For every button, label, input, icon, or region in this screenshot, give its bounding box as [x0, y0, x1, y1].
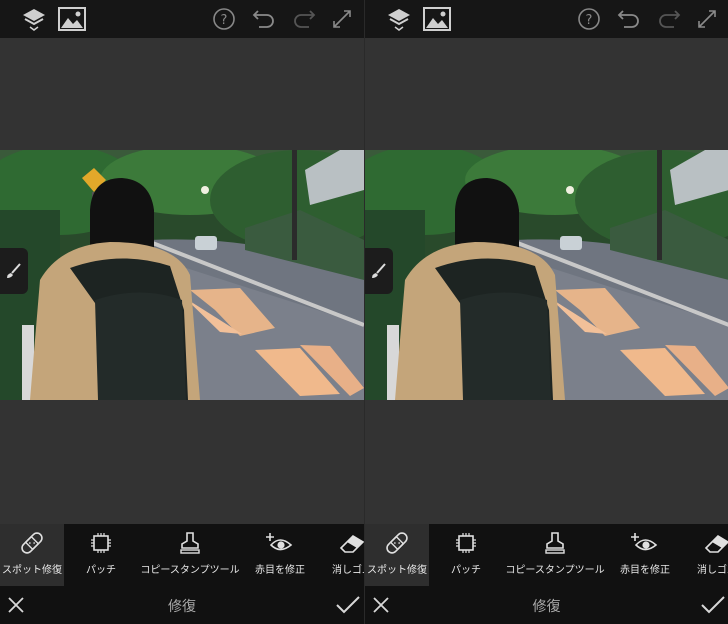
spot-heal-bandage-icon: [17, 524, 47, 562]
expand-icon[interactable]: [328, 5, 356, 33]
checkmark-icon[interactable]: [699, 593, 727, 617]
red-eye-icon: [630, 524, 660, 562]
tool-label: コピースタンプツール: [505, 565, 605, 576]
svg-text:?: ?: [221, 13, 228, 28]
tool-label: 消しゴム: [697, 565, 728, 576]
tool-spot-heal[interactable]: スポット修復: [365, 524, 429, 586]
bottom-bar: 修復: [0, 586, 364, 624]
tool-label: コピースタンプツール: [140, 565, 240, 576]
editor-panel-left: ? スポット修復 パッチ コピースタンプツール 赤目を修正 消しゴ 修復: [0, 0, 364, 624]
redo-icon[interactable]: [655, 5, 683, 33]
brush-panel-toggle[interactable]: [365, 248, 393, 294]
tool-label: 消しゴム: [332, 565, 364, 576]
tool-label: スポット修復: [2, 565, 62, 576]
tool-clone-stamp[interactable]: コピースタンプツール: [505, 524, 605, 586]
repair-tools-bar: スポット修復 パッチ コピースタンプツール 赤目を修正 消しゴム: [365, 524, 728, 586]
tool-label: パッチ: [86, 565, 116, 576]
tool-eraser[interactable]: 消しゴム: [322, 524, 364, 586]
svg-text:?: ?: [586, 13, 593, 28]
editor-panel-right: ? スポット修復 パッチ コピースタンプツール 赤目を修正 消しゴ 修復: [364, 0, 728, 624]
tool-label: 赤目を修正: [620, 565, 670, 576]
patch-chip-icon: [89, 524, 113, 562]
tool-label: スポット修復: [367, 565, 427, 576]
eraser-icon: [702, 524, 728, 562]
image-icon[interactable]: [58, 5, 86, 33]
bottom-bar: 修復: [365, 586, 728, 624]
patch-chip-icon: [454, 524, 478, 562]
panel-title: 修復: [168, 599, 196, 615]
help-icon[interactable]: ?: [210, 5, 238, 33]
clone-stamp-icon: [543, 524, 567, 562]
brush-icon: [7, 263, 21, 278]
eraser-icon: [337, 524, 364, 562]
checkmark-icon[interactable]: [334, 593, 362, 617]
brush-panel-toggle[interactable]: [0, 248, 28, 294]
photo-canvas[interactable]: [365, 150, 728, 400]
tool-label: 赤目を修正: [255, 565, 305, 576]
tool-red-eye[interactable]: 赤目を修正: [252, 524, 308, 586]
panel-title: 修復: [532, 599, 561, 615]
clone-stamp-icon: [178, 524, 202, 562]
tool-spot-heal[interactable]: スポット修復: [0, 524, 64, 586]
expand-icon[interactable]: [693, 5, 721, 33]
tool-eraser[interactable]: 消しゴム: [687, 524, 728, 586]
undo-icon[interactable]: [250, 5, 278, 33]
brush-icon: [372, 263, 386, 278]
red-eye-icon: [265, 524, 295, 562]
tool-label: パッチ: [451, 565, 481, 576]
tool-clone-stamp[interactable]: コピースタンプツール: [140, 524, 240, 586]
redo-icon[interactable]: [290, 5, 318, 33]
top-toolbar: ?: [0, 0, 364, 38]
image-icon[interactable]: [423, 5, 451, 33]
undo-icon[interactable]: [615, 5, 643, 33]
photo-canvas[interactable]: [0, 150, 364, 400]
spot-heal-bandage-icon: [382, 524, 412, 562]
help-icon[interactable]: ?: [575, 5, 603, 33]
top-toolbar: ?: [365, 0, 728, 38]
repair-tools-bar: スポット修復 パッチ コピースタンプツール 赤目を修正 消しゴム: [0, 524, 364, 586]
tool-patch[interactable]: パッチ: [443, 524, 489, 586]
layers-icon[interactable]: [20, 5, 48, 33]
layers-icon[interactable]: [385, 5, 413, 33]
tool-red-eye[interactable]: 赤目を修正: [617, 524, 673, 586]
tool-patch[interactable]: パッチ: [78, 524, 124, 586]
